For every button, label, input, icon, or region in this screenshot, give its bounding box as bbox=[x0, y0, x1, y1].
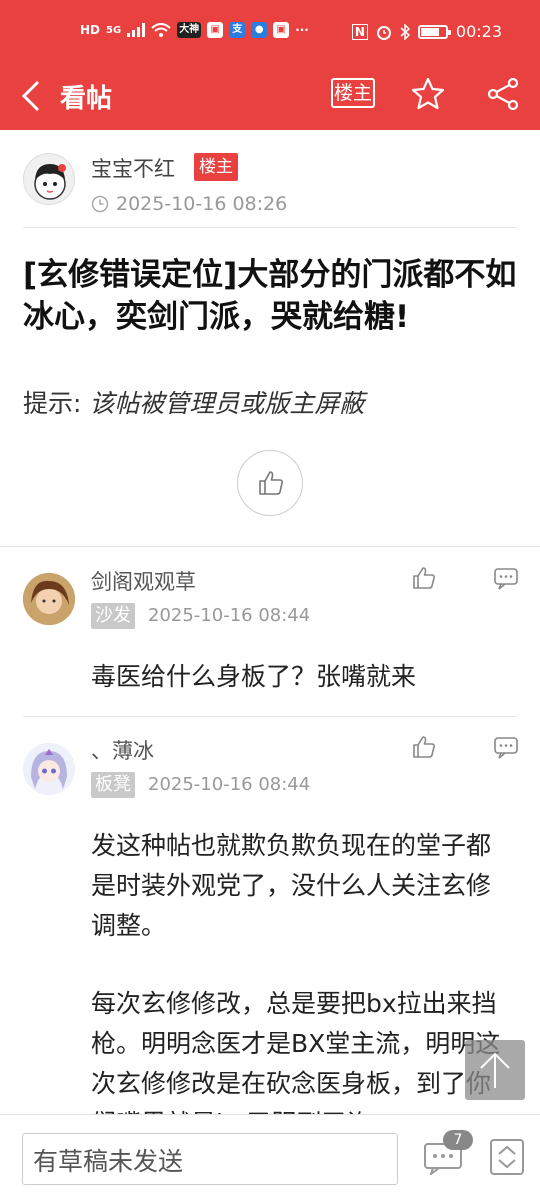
reply-icon[interactable] bbox=[493, 734, 519, 760]
author-avatar[interactable] bbox=[23, 153, 75, 205]
reply-input[interactable]: 有草稿未发送 bbox=[22, 1133, 398, 1185]
floor-badge: 板凳 bbox=[91, 772, 135, 798]
bottom-bar: 有草稿未发送 7 bbox=[0, 1114, 540, 1200]
clock-icon bbox=[91, 195, 109, 213]
comment-count-badge: 7 bbox=[443, 1130, 473, 1150]
hint-text: 该帖被管理员或版主屏蔽 bbox=[89, 389, 365, 418]
scroll-to-top-button[interactable] bbox=[465, 1040, 525, 1100]
floor-badge: 沙发 bbox=[91, 603, 135, 629]
commenter-avatar[interactable] bbox=[23, 743, 75, 795]
comment-time: 2025-10-16 08:44 bbox=[148, 774, 311, 795]
battery-icon bbox=[417, 24, 451, 39]
more-notifications-icon: ··· bbox=[295, 23, 309, 37]
post-title: [玄修错误定位]大部分的门派都不如冰心，奕剑门派，哭就给糖! bbox=[23, 257, 517, 335]
thumbs-up-icon[interactable] bbox=[411, 565, 437, 591]
arrow-up-icon bbox=[480, 1052, 510, 1088]
share-icon[interactable] bbox=[485, 76, 521, 112]
app-notification-icon: ● bbox=[251, 22, 268, 38]
commenter-name[interactable]: 、薄冰 bbox=[91, 735, 154, 765]
signal-icon bbox=[127, 23, 146, 37]
page-title: 看帖 bbox=[60, 84, 113, 114]
comment-text: 毒医给什么身板了？张嘴就来 bbox=[91, 662, 417, 691]
only-owner-button[interactable]: 楼主 bbox=[331, 78, 375, 108]
post-like-button[interactable] bbox=[237, 450, 303, 516]
blocked-hint: 提示: 该帖被管理员或版主屏蔽 bbox=[23, 384, 364, 420]
status-right: N 00:23 bbox=[351, 22, 502, 41]
status-left: HD 5G 大神 ▣ 支 ● ▣ ··· bbox=[80, 22, 309, 38]
section-divider bbox=[0, 546, 540, 547]
commenter-name[interactable]: 剑阁观观草 bbox=[91, 566, 196, 596]
reply-icon[interactable] bbox=[493, 565, 519, 591]
divider bbox=[23, 716, 517, 717]
nfc-icon: N bbox=[351, 23, 368, 40]
network-indicator: 5G bbox=[106, 24, 122, 36]
comment-time: 2025-10-16 08:44 bbox=[148, 605, 311, 626]
author-name[interactable]: 宝宝不红 bbox=[91, 153, 175, 183]
wifi-icon bbox=[151, 23, 171, 37]
owner-badge: 楼主 bbox=[194, 153, 238, 181]
app-notification-icon: ▣ bbox=[273, 22, 290, 38]
alarm-icon bbox=[376, 25, 391, 40]
page-nav-button[interactable] bbox=[490, 1139, 524, 1175]
comment-text-paragraph: 发这种帖也就欺负欺负现在的堂子都是时装外观党了，没什么人关注玄修调整。 bbox=[91, 831, 492, 940]
app-notification-icon: 大神 bbox=[177, 22, 202, 38]
star-icon[interactable] bbox=[410, 76, 446, 112]
clock-time: 00:23 bbox=[455, 22, 502, 41]
bluetooth-icon bbox=[400, 23, 410, 40]
app-notification-icon: ▣ bbox=[207, 22, 224, 38]
post-time: 2025-10-16 08:26 bbox=[116, 193, 288, 215]
commenter-avatar[interactable] bbox=[23, 573, 75, 625]
back-icon[interactable] bbox=[18, 76, 48, 116]
alipay-icon: 支 bbox=[229, 22, 246, 38]
thumbs-up-icon bbox=[259, 471, 283, 495]
thumbs-up-icon[interactable] bbox=[411, 734, 437, 760]
title-bar: 看帖 楼主 bbox=[0, 64, 540, 130]
divider bbox=[23, 227, 517, 228]
status-bar: HD 5G 大神 ▣ 支 ● ▣ ··· N 00:23 bbox=[0, 0, 540, 64]
chevron-up-down-icon bbox=[498, 1145, 516, 1169]
hd-indicator: HD bbox=[80, 23, 101, 37]
hint-label: 提示: bbox=[23, 389, 90, 418]
